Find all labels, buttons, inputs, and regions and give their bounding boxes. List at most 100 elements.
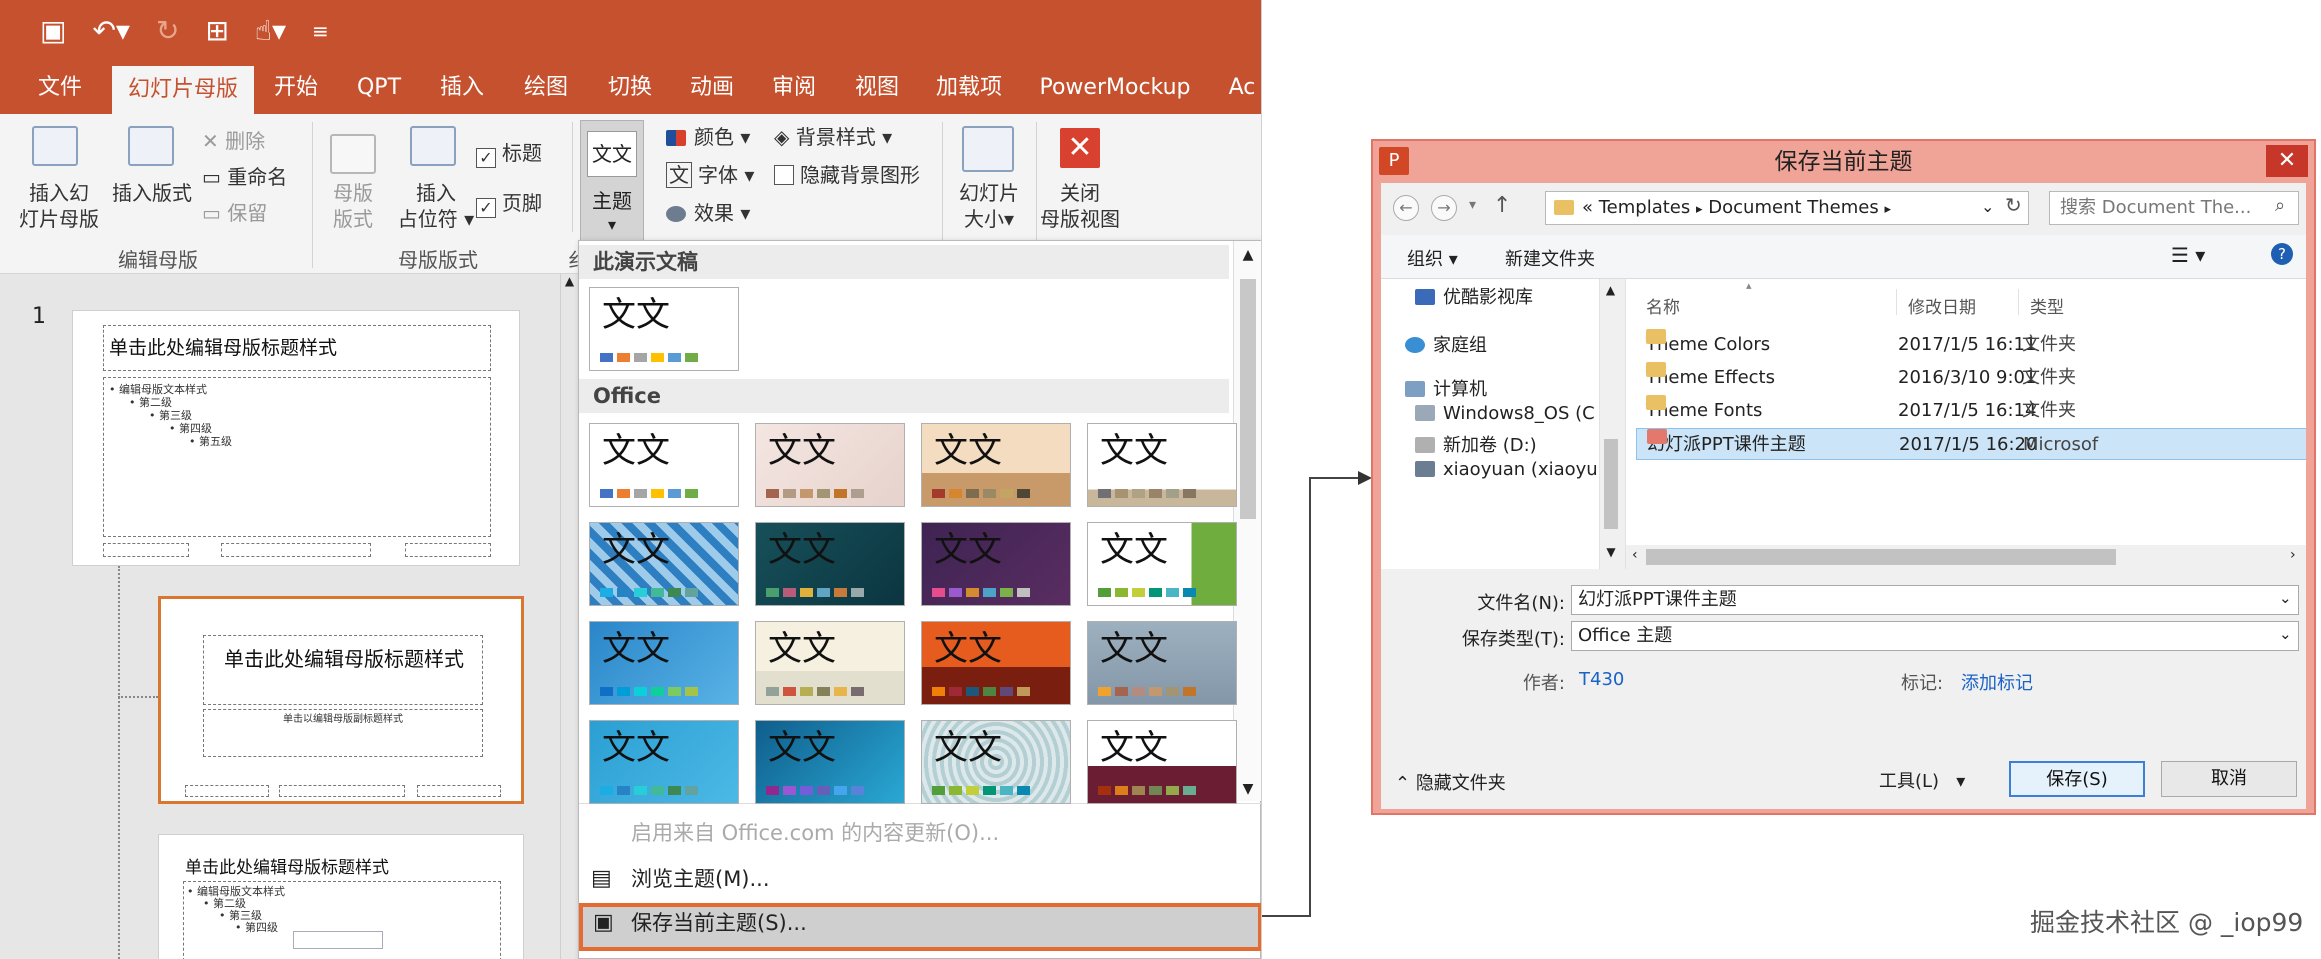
tab-home[interactable]: 开始 bbox=[262, 62, 330, 114]
file-scroll-thumb[interactable] bbox=[1646, 549, 2116, 565]
theme-option-8[interactable]: 文文 bbox=[1087, 522, 1237, 606]
address-bar[interactable]: « Templates ▸ Document Themes ▸ bbox=[1545, 191, 2029, 225]
theme-option-3[interactable]: 文文 bbox=[921, 423, 1071, 507]
scroll-down-icon[interactable]: ▼ bbox=[1600, 545, 1622, 559]
theme-option-2[interactable]: 文文 bbox=[755, 423, 905, 507]
tab-addins[interactable]: 加载项 bbox=[925, 62, 1013, 114]
theme-option-12[interactable]: 文文 bbox=[1087, 621, 1237, 705]
preserve-button[interactable]: ▭ 保留 bbox=[202, 200, 267, 226]
nav-homegroup[interactable]: 家庭组 bbox=[1405, 331, 1487, 357]
customize-icon[interactable]: ≡ bbox=[312, 21, 329, 41]
insert-placeholder-button[interactable]: 插入 占位符 ▾ bbox=[388, 180, 484, 232]
tab-draw[interactable]: 绘图 bbox=[512, 62, 580, 114]
theme-option-11[interactable]: 文文 bbox=[921, 621, 1071, 705]
save-button[interactable]: 保存(S) bbox=[2009, 761, 2145, 797]
tab-slide-master[interactable]: 幻灯片母版 bbox=[112, 66, 254, 118]
theme-option-5[interactable]: 文文 bbox=[589, 522, 739, 606]
file-row[interactable]: 幻灯派PPT课件主题 2017/1/5 16:20 Microsof bbox=[1636, 428, 2306, 460]
scroll-up-icon[interactable]: ▲ bbox=[1600, 283, 1621, 297]
theme-option-0[interactable]: 文文 bbox=[589, 287, 739, 371]
tags-input[interactable]: 添加标记 bbox=[1961, 669, 2033, 695]
slide-size-button[interactable]: 幻灯片 大小▾ bbox=[944, 180, 1034, 232]
tab-review[interactable]: 审阅 bbox=[760, 62, 828, 114]
nav-drive-d[interactable]: 新加卷 (D:) bbox=[1415, 431, 1537, 457]
gallery-scrollbar[interactable]: ▲ ▼ bbox=[1233, 241, 1261, 801]
filetype-dropdown-icon[interactable]: ⌄ bbox=[2279, 625, 2292, 643]
title-layout-thumbnail[interactable]: 单击此处编辑母版标题样式 单击以编辑母版副标题样式 bbox=[158, 596, 524, 804]
save-icon[interactable]: ▣ bbox=[40, 17, 66, 45]
author-value[interactable]: T430 bbox=[1579, 669, 1624, 690]
close-master-view-button[interactable]: 关闭 母版视图 bbox=[1030, 180, 1130, 232]
theme-option-14[interactable]: 文文 bbox=[755, 720, 905, 804]
hide-bg-checkbox[interactable]: 隐藏背景图形 bbox=[774, 162, 920, 188]
column-date[interactable]: 修改日期 bbox=[1908, 293, 1976, 318]
bg-styles-button[interactable]: ◈ 背景样式 ▾ bbox=[774, 124, 892, 150]
forward-icon[interactable]: → bbox=[1431, 195, 1457, 221]
master-thumbnail[interactable]: 单击此处编辑母版标题样式 • 编辑母版文本样式 • 第二级 • 第三级 • 第四… bbox=[72, 310, 520, 566]
column-name[interactable]: 名称 bbox=[1646, 293, 1680, 318]
organize-button[interactable]: 组织 ▾ bbox=[1407, 245, 1458, 271]
hide-folders-toggle[interactable]: ⌃ 隐藏文件夹 bbox=[1395, 769, 1506, 795]
filename-dropdown-icon[interactable]: ⌄ bbox=[2279, 589, 2292, 607]
present-icon[interactable]: ⊞ bbox=[205, 17, 228, 45]
column-type[interactable]: 类型 bbox=[2030, 293, 2064, 318]
footer-checkbox[interactable]: ✓ 页脚 bbox=[476, 190, 542, 218]
nav-scrollbar[interactable]: ▲ ▼ bbox=[1599, 279, 1621, 569]
title-checkbox[interactable]: ✓ 标题 bbox=[476, 140, 542, 168]
scroll-down-icon[interactable]: ▼ bbox=[1234, 781, 1261, 797]
file-row[interactable]: Theme Effects 2016/3/10 9:01 文件夹 bbox=[1636, 362, 2306, 394]
content-layout-thumbnail[interactable]: 单击此处编辑母版标题样式 • 编辑母版文本样式 • 第二级 • 第三级 • 第四… bbox=[158, 834, 524, 959]
theme-option-16[interactable]: 文文 bbox=[1087, 720, 1237, 804]
theme-option-1[interactable]: 文文 bbox=[589, 423, 739, 507]
menu-enable-office-updates[interactable]: 启用来自 Office.com 的内容更新(O)... bbox=[579, 813, 1261, 853]
theme-option-9[interactable]: 文文 bbox=[589, 621, 739, 705]
tab-animations[interactable]: 动画 bbox=[678, 62, 746, 114]
cancel-button[interactable]: 取消 bbox=[2161, 761, 2297, 797]
scroll-up-icon[interactable]: ▲ bbox=[561, 274, 578, 288]
file-row[interactable]: Theme Fonts 2017/1/5 16:14 文件夹 bbox=[1636, 395, 2306, 427]
scroll-left-icon[interactable]: ‹ bbox=[1632, 547, 1638, 563]
nav-drive-c[interactable]: Windows8_OS (C bbox=[1415, 403, 1595, 424]
tab-ac[interactable]: Ac bbox=[1222, 62, 1261, 114]
redo-icon[interactable]: ↻ bbox=[156, 17, 179, 45]
help-icon[interactable]: ? bbox=[2271, 243, 2293, 265]
search-input[interactable]: 搜索 Document The... bbox=[2049, 191, 2299, 225]
thumbnail-scrollbar[interactable]: ▲ bbox=[560, 274, 578, 959]
recent-locations-icon[interactable]: ▾ bbox=[1469, 197, 1476, 213]
filename-input[interactable]: 幻灯派PPT课件主题 bbox=[1571, 585, 2299, 615]
address-overflow[interactable]: « bbox=[1582, 197, 1593, 218]
tab-powermockup[interactable]: PowerMockup bbox=[1030, 62, 1200, 114]
file-list[interactable]: 名称 修改日期 类型 ▴ Theme Colors 2017/1/5 16:11 文… bbox=[1625, 279, 2306, 569]
menu-browse-themes[interactable]: ▤ 浏览主题(M)... bbox=[579, 859, 1261, 899]
scroll-up-icon[interactable]: ▲ bbox=[1234, 247, 1261, 263]
effects-button[interactable]: 效果 ▾ bbox=[666, 200, 750, 226]
insert-master-button[interactable]: 插入幻 灯片母版 bbox=[14, 180, 104, 232]
file-hscrollbar[interactable]: ‹ › bbox=[1626, 545, 2306, 569]
breadcrumb-document-themes[interactable]: Document Themes bbox=[1708, 197, 1878, 218]
theme-option-6[interactable]: 文文 bbox=[755, 522, 905, 606]
back-icon[interactable]: ← bbox=[1393, 195, 1419, 221]
nav-youku[interactable]: 优酷影视库 bbox=[1415, 283, 1533, 309]
theme-option-4[interactable]: 文文 bbox=[1087, 423, 1237, 507]
scroll-right-icon[interactable]: › bbox=[2290, 547, 2296, 563]
address-dropdown-icon[interactable]: ⌄ bbox=[1981, 197, 1994, 216]
up-arrow-icon[interactable]: ↑ bbox=[1493, 193, 1511, 218]
dialog-close-button[interactable]: ✕ bbox=[2266, 145, 2308, 177]
breadcrumb-separator[interactable]: ▸ bbox=[1884, 202, 1891, 217]
breadcrumb-separator[interactable]: ▸ bbox=[1696, 202, 1703, 217]
theme-button[interactable]: 文文 主题 ▾ bbox=[580, 120, 644, 244]
theme-option-7[interactable]: 文文 bbox=[921, 522, 1071, 606]
nav-scroll-thumb[interactable] bbox=[1604, 439, 1618, 529]
rename-button[interactable]: ▭ 重命名 bbox=[202, 164, 287, 190]
tools-button[interactable]: 工具(L) ▾ bbox=[1879, 767, 1965, 793]
delete-button[interactable]: ✕ 删除 bbox=[202, 128, 265, 154]
filetype-select[interactable]: Office 主题 bbox=[1571, 621, 2299, 651]
view-options-icon[interactable]: ☰ ▾ bbox=[2171, 243, 2205, 267]
new-folder-button[interactable]: 新建文件夹 bbox=[1505, 245, 1595, 271]
nav-computer[interactable]: 计算机 bbox=[1405, 375, 1487, 401]
menu-save-current-theme[interactable]: ▣ 保存当前主题(S)... bbox=[579, 903, 1261, 951]
slide-thumbnail-pane[interactable]: 1 单击此处编辑母版标题样式 • 编辑母版文本样式 • 第二级 • 第三级 • … bbox=[0, 274, 580, 959]
navigation-pane[interactable]: 优酷影视库 家庭组 计算机 Windows8_OS (C 新加卷 (D:) xi… bbox=[1381, 279, 1621, 569]
undo-icon[interactable]: ↶▾ bbox=[92, 17, 130, 45]
refresh-icon[interactable]: ↻ bbox=[2005, 193, 2022, 217]
